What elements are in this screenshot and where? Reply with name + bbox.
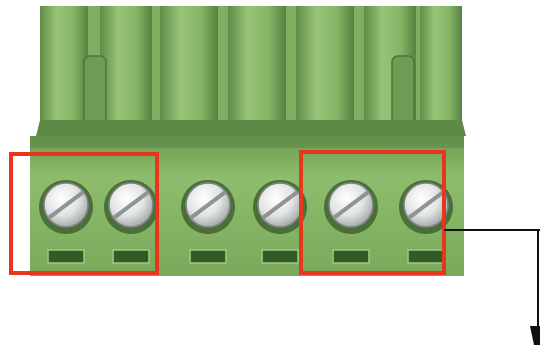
slotted-screw-icon bbox=[181, 180, 235, 234]
wire-entry-slot bbox=[112, 249, 150, 264]
connector-top-face bbox=[36, 120, 466, 136]
connector-fin bbox=[420, 6, 462, 124]
wire-entry-slot bbox=[261, 249, 299, 264]
wire-entry-slot bbox=[47, 249, 85, 264]
connector-fin bbox=[100, 6, 152, 124]
connector-front-shadow bbox=[30, 136, 464, 148]
wire-entry-slot bbox=[332, 249, 370, 264]
locking-post-right bbox=[391, 55, 415, 131]
wire-entry-slot bbox=[407, 249, 445, 264]
connector-fin bbox=[40, 6, 88, 124]
connector-front-body bbox=[30, 136, 464, 276]
slotted-screw-icon bbox=[39, 180, 93, 234]
terminal-block-illustration bbox=[9, 6, 540, 345]
connector-fin bbox=[296, 6, 354, 124]
terminal-block-photo bbox=[0, 0, 540, 345]
slotted-screw-icon bbox=[104, 180, 158, 234]
locking-post-left bbox=[83, 55, 107, 131]
connector-fin bbox=[228, 6, 286, 124]
callout-arrow-icon bbox=[530, 326, 540, 345]
slotted-screw-icon bbox=[324, 180, 378, 234]
connector-fin bbox=[160, 6, 218, 124]
wire-entry-slot bbox=[189, 249, 227, 264]
slotted-screw-icon bbox=[253, 180, 307, 234]
